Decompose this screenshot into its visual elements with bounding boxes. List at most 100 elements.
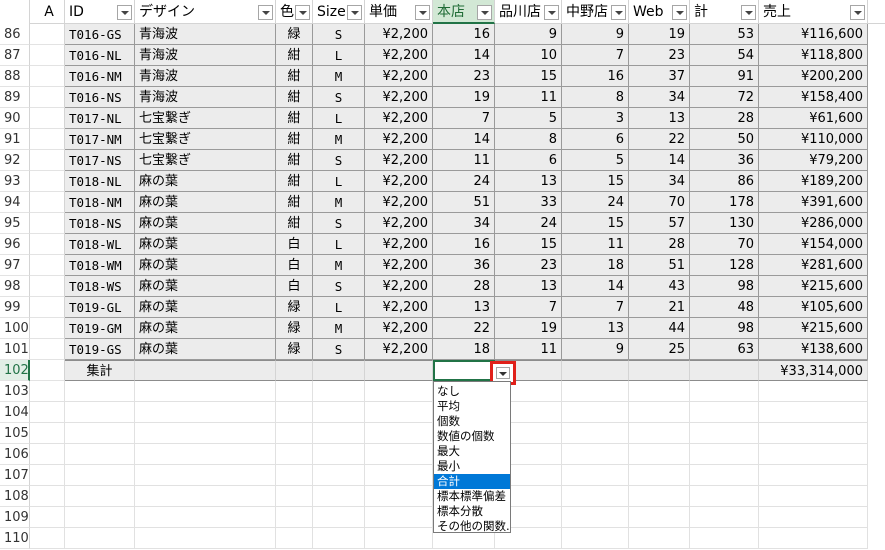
cell-total[interactable]: 36 (690, 150, 759, 171)
cell-total[interactable]: 98 (690, 276, 759, 297)
row-number[interactable]: 109 (0, 507, 30, 528)
filter-dropdown-total-icon[interactable] (741, 5, 756, 20)
cell-design[interactable]: 麻の葉 (135, 318, 276, 339)
empty-cell[interactable] (135, 528, 276, 549)
empty-cell[interactable] (365, 528, 433, 549)
cell-price[interactable]: ¥2,200 (365, 66, 433, 87)
cell-color[interactable]: 緑 (276, 339, 313, 360)
cell-sales[interactable]: ¥79,200 (759, 150, 868, 171)
empty-cell[interactable] (690, 465, 759, 486)
cell-color[interactable]: 紺 (276, 45, 313, 66)
cell-web[interactable]: 22 (629, 129, 690, 150)
empty-cell[interactable] (313, 507, 365, 528)
empty-cell[interactable] (65, 444, 135, 465)
cell-color[interactable]: 緑 (276, 24, 313, 45)
filter-dropdown-sales-icon[interactable] (850, 5, 865, 20)
cell-color[interactable]: 紺 (276, 150, 313, 171)
cell-price[interactable]: ¥2,200 (365, 129, 433, 150)
cell-nakano[interactable]: 5 (562, 150, 629, 171)
row-number[interactable]: 105 (0, 423, 30, 444)
cell-color[interactable]: 緑 (276, 318, 313, 339)
empty-cell[interactable] (562, 465, 629, 486)
cell-price[interactable]: ¥2,200 (365, 87, 433, 108)
cell-nakano[interactable]: 9 (562, 24, 629, 45)
cell-colA[interactable] (30, 234, 65, 255)
cell-size[interactable]: S (313, 150, 365, 171)
cell-size[interactable]: S (313, 339, 365, 360)
empty-cell[interactable] (562, 528, 629, 549)
cell-web[interactable]: 14 (629, 150, 690, 171)
cell-design[interactable]: 麻の葉 (135, 213, 276, 234)
cell-honten[interactable]: 36 (433, 255, 495, 276)
cell-sales[interactable]: ¥138,600 (759, 339, 868, 360)
cell-design[interactable]: 青海波 (135, 24, 276, 45)
menu-item[interactable]: なし (434, 384, 510, 399)
cell-shinagawa[interactable]: 15 (495, 66, 562, 87)
cell-color[interactable]: 白 (276, 255, 313, 276)
cell-sales[interactable]: ¥158,400 (759, 87, 868, 108)
empty-cell[interactable] (65, 507, 135, 528)
empty-cell[interactable] (135, 423, 276, 444)
cell-size[interactable]: L (313, 234, 365, 255)
filter-dropdown-size-icon[interactable] (347, 5, 362, 20)
cell-honten[interactable]: 16 (433, 24, 495, 45)
cell-size[interactable]: M (313, 66, 365, 87)
empty-cell[interactable] (690, 402, 759, 423)
empty-cell[interactable] (562, 423, 629, 444)
cell-honten[interactable]: 34 (433, 213, 495, 234)
cell-honten[interactable]: 24 (433, 171, 495, 192)
empty-cell[interactable] (629, 381, 690, 402)
empty-cell[interactable] (629, 423, 690, 444)
cell-nakano[interactable]: 24 (562, 192, 629, 213)
cell-sales[interactable]: ¥200,200 (759, 66, 868, 87)
empty-cell[interactable] (135, 486, 276, 507)
empty-cell[interactable] (135, 444, 276, 465)
cell-web[interactable]: 37 (629, 66, 690, 87)
empty-cell[interactable] (30, 402, 65, 423)
cell-total[interactable]: 63 (690, 339, 759, 360)
cell-honten[interactable]: 51 (433, 192, 495, 213)
empty-cell[interactable] (365, 465, 433, 486)
cell-colA[interactable] (30, 171, 65, 192)
cell-total[interactable]: 53 (690, 24, 759, 45)
cell-design[interactable]: 七宝繋ぎ (135, 129, 276, 150)
row-number[interactable]: 106 (0, 444, 30, 465)
row-number[interactable]: 102 (0, 360, 30, 381)
empty-cell[interactable] (30, 528, 65, 549)
cell-design[interactable]: 麻の葉 (135, 276, 276, 297)
cell-size[interactable]: S (313, 24, 365, 45)
cell-shinagawa[interactable]: 11 (495, 87, 562, 108)
empty-cell[interactable] (562, 381, 629, 402)
cell-total[interactable]: 50 (690, 129, 759, 150)
cell-size[interactable]: S (313, 213, 365, 234)
empty-cell[interactable] (629, 486, 690, 507)
cell-design[interactable]: 七宝繋ぎ (135, 108, 276, 129)
empty-cell[interactable] (759, 423, 868, 444)
cell-id[interactable]: T016-NM (65, 66, 135, 87)
filter-dropdown-web-icon[interactable] (672, 5, 687, 20)
cell-color[interactable]: 紺 (276, 129, 313, 150)
empty-cell[interactable] (759, 402, 868, 423)
cell-size[interactable]: L (313, 108, 365, 129)
cell-shinagawa[interactable]: 11 (495, 339, 562, 360)
cell-size[interactable]: L (313, 171, 365, 192)
cell-design[interactable]: 麻の葉 (135, 192, 276, 213)
cell-id[interactable]: T019-GS (65, 339, 135, 360)
cell-honten[interactable]: 22 (433, 318, 495, 339)
row-number[interactable]: 95 (0, 213, 30, 234)
cell-total[interactable]: 128 (690, 255, 759, 276)
cell-shinagawa[interactable]: 13 (495, 171, 562, 192)
row-number[interactable]: 97 (0, 255, 30, 276)
empty-cell[interactable] (759, 507, 868, 528)
cell-sales[interactable]: ¥286,000 (759, 213, 868, 234)
cell-price[interactable]: ¥2,200 (365, 255, 433, 276)
total-cell-web[interactable] (629, 360, 690, 381)
cell-sales[interactable]: ¥154,000 (759, 234, 868, 255)
empty-cell[interactable] (30, 507, 65, 528)
empty-cell[interactable] (562, 507, 629, 528)
cell-web[interactable]: 21 (629, 297, 690, 318)
cell-sales[interactable]: ¥215,600 (759, 276, 868, 297)
cell-web[interactable]: 13 (629, 108, 690, 129)
empty-cell[interactable] (313, 381, 365, 402)
row-number[interactable]: 101 (0, 339, 30, 360)
